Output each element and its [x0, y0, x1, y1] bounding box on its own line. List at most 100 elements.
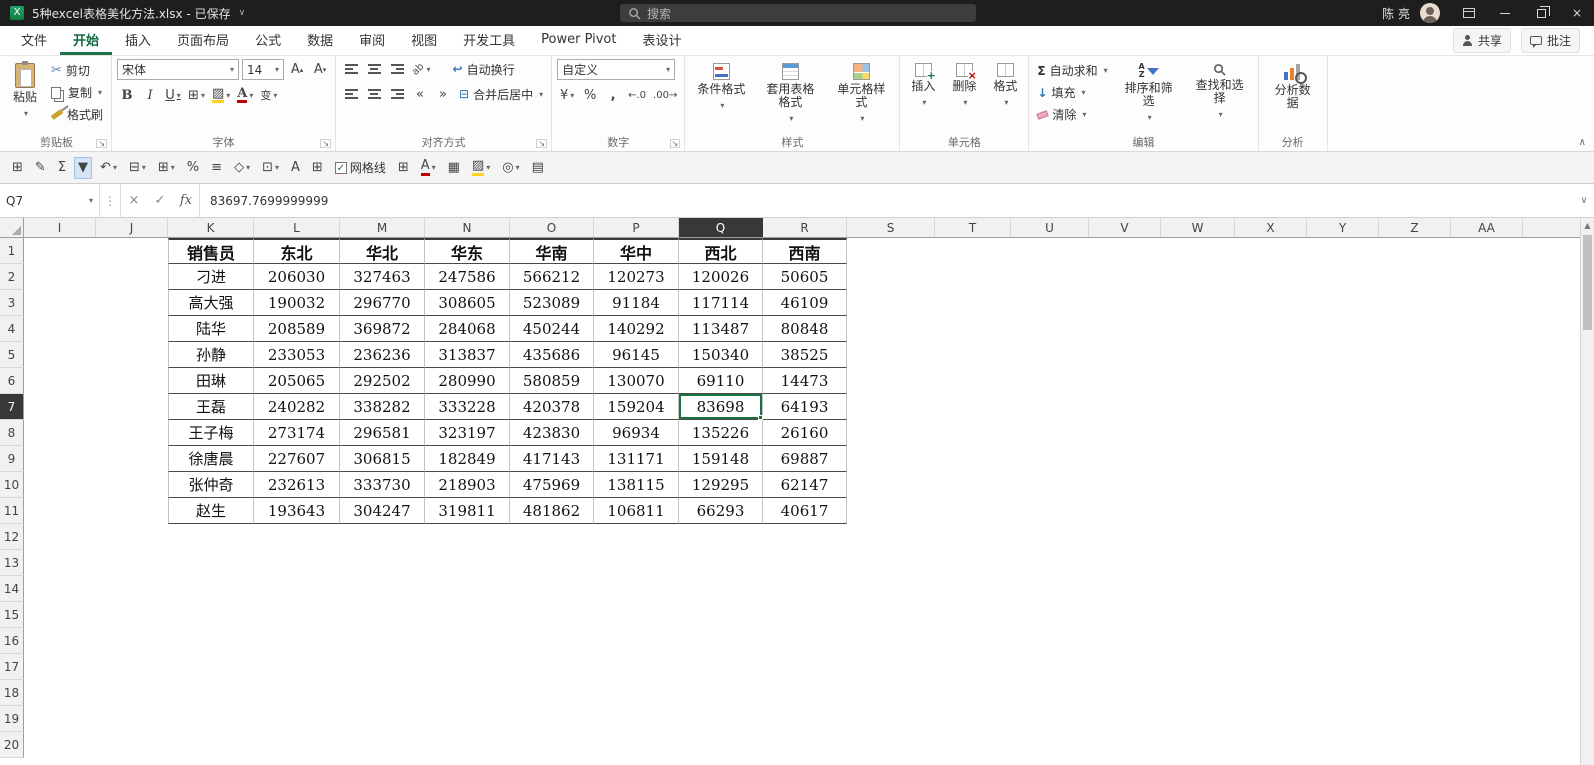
cell-Z10[interactable] — [1379, 472, 1451, 498]
cell-R3[interactable]: 46109 — [763, 290, 847, 316]
cell-Q7[interactable]: 83698 — [679, 394, 763, 420]
cell-P4[interactable]: 140292 — [594, 316, 679, 342]
row-header-11[interactable]: 11 — [0, 498, 24, 524]
cell-I17[interactable] — [24, 654, 96, 680]
cell-S1[interactable] — [847, 238, 935, 264]
cell-W4[interactable] — [1161, 316, 1235, 342]
cell-N3[interactable]: 308605 — [425, 290, 510, 316]
cell-V10[interactable] — [1089, 472, 1161, 498]
ribbon-tab-8[interactable]: 开发工具 — [450, 26, 528, 55]
cell-L18[interactable] — [254, 680, 340, 706]
cell-Y11[interactable] — [1307, 498, 1379, 524]
cell-K16[interactable] — [168, 628, 254, 654]
cell-X2[interactable] — [1235, 264, 1307, 290]
cell-L16[interactable] — [254, 628, 340, 654]
fill-color-icon[interactable]: ▨▾ — [468, 157, 494, 179]
alignment-dialog-launcher[interactable]: ↘ — [536, 139, 547, 148]
cell-Z1[interactable] — [1379, 238, 1451, 264]
cell-Q3[interactable]: 117114 — [679, 290, 763, 316]
find-select-button[interactable]: 查找和选择 ▾ — [1187, 59, 1253, 125]
row-header-14[interactable]: 14 — [0, 576, 24, 602]
cell-Q19[interactable] — [679, 706, 763, 732]
font-color-icon[interactable]: A▾ — [235, 85, 255, 105]
cell-Q20[interactable] — [679, 732, 763, 758]
cell-R15[interactable] — [763, 602, 847, 628]
cell-U19[interactable] — [1011, 706, 1089, 732]
cell-O18[interactable] — [510, 680, 594, 706]
cell-S18[interactable] — [847, 680, 935, 706]
cell-M2[interactable]: 327463 — [340, 264, 425, 290]
column-header-V[interactable]: V — [1089, 218, 1161, 237]
cell-S5[interactable] — [847, 342, 935, 368]
cell-N12[interactable] — [425, 524, 510, 550]
cell-AA14[interactable] — [1451, 576, 1523, 602]
row-header-15[interactable]: 15 — [0, 602, 24, 628]
cell-R13[interactable] — [763, 550, 847, 576]
cell-X5[interactable] — [1235, 342, 1307, 368]
decrease-font-icon[interactable]: A▾ — [310, 60, 330, 80]
cell-J5[interactable] — [96, 342, 168, 368]
cell-J17[interactable] — [96, 654, 168, 680]
cell-X7[interactable] — [1235, 394, 1307, 420]
cell-W19[interactable] — [1161, 706, 1235, 732]
cell-V9[interactable] — [1089, 446, 1161, 472]
percent-style-icon[interactable]: % — [183, 157, 203, 179]
cell-Z16[interactable] — [1379, 628, 1451, 654]
cell-P13[interactable] — [594, 550, 679, 576]
cell-K8[interactable]: 王子梅 — [168, 420, 254, 446]
cell-T13[interactable] — [935, 550, 1011, 576]
cell-K2[interactable]: 刁进 — [168, 264, 254, 290]
cell-Z18[interactable] — [1379, 680, 1451, 706]
format-painter-icon[interactable]: ✎ — [31, 157, 50, 179]
row-header-7[interactable]: 7 — [0, 394, 24, 420]
cell-W15[interactable] — [1161, 602, 1235, 628]
cell-AA2[interactable] — [1451, 264, 1523, 290]
column-header-O[interactable]: O — [510, 218, 594, 237]
row-header-1[interactable]: 1 — [0, 238, 24, 264]
cell-R5[interactable]: 38525 — [763, 342, 847, 368]
cell-M5[interactable]: 236236 — [340, 342, 425, 368]
cell-K9[interactable]: 徐唐晨 — [168, 446, 254, 472]
table-pencil-icon[interactable]: ⊞ — [308, 157, 327, 179]
cell-X14[interactable] — [1235, 576, 1307, 602]
font-size-select[interactable]: 14▾ — [242, 59, 284, 80]
cell-O10[interactable]: 475969 — [510, 472, 594, 498]
cell-N6[interactable]: 280990 — [425, 368, 510, 394]
expand-formula-bar-icon[interactable]: ∨ — [1574, 184, 1594, 217]
cell-Z14[interactable] — [1379, 576, 1451, 602]
cell-Z15[interactable] — [1379, 602, 1451, 628]
cell-Y10[interactable] — [1307, 472, 1379, 498]
font-size-icon[interactable]: A — [287, 157, 304, 179]
cell-L9[interactable]: 227607 — [254, 446, 340, 472]
cell-W20[interactable] — [1161, 732, 1235, 758]
cell-T9[interactable] — [935, 446, 1011, 472]
cell-T11[interactable] — [935, 498, 1011, 524]
cell-M11[interactable]: 304247 — [340, 498, 425, 524]
cell-Y4[interactable] — [1307, 316, 1379, 342]
cell-V20[interactable] — [1089, 732, 1161, 758]
cell-N18[interactable] — [425, 680, 510, 706]
cell-U18[interactable] — [1011, 680, 1089, 706]
wrap-text-button[interactable]: ↩自动换行 — [450, 60, 518, 79]
cell-P1[interactable]: 华中 — [594, 238, 679, 264]
cell-J20[interactable] — [96, 732, 168, 758]
format-cells-button[interactable]: 格式 ▾ — [987, 59, 1023, 113]
cell-AA12[interactable] — [1451, 524, 1523, 550]
cell-Q13[interactable] — [679, 550, 763, 576]
cell-S9[interactable] — [847, 446, 935, 472]
cell-Y18[interactable] — [1307, 680, 1379, 706]
cell-R18[interactable] — [763, 680, 847, 706]
cell-W7[interactable] — [1161, 394, 1235, 420]
cell-T17[interactable] — [935, 654, 1011, 680]
cell-X18[interactable] — [1235, 680, 1307, 706]
column-header-T[interactable]: T — [935, 218, 1011, 237]
cell-K1[interactable]: 销售员 — [168, 238, 254, 264]
formula-input[interactable]: 83697.7699999999 — [199, 184, 1574, 217]
clear-button[interactable]: 清除▾ — [1034, 105, 1110, 124]
decrease-decimal-icon[interactable]: .00→ — [651, 85, 679, 105]
cell-Y2[interactable] — [1307, 264, 1379, 290]
select-all-corner[interactable] — [0, 218, 24, 237]
cell-AA4[interactable] — [1451, 316, 1523, 342]
cell-J14[interactable] — [96, 576, 168, 602]
border-style-icon[interactable]: ⊡▾ — [258, 157, 283, 179]
